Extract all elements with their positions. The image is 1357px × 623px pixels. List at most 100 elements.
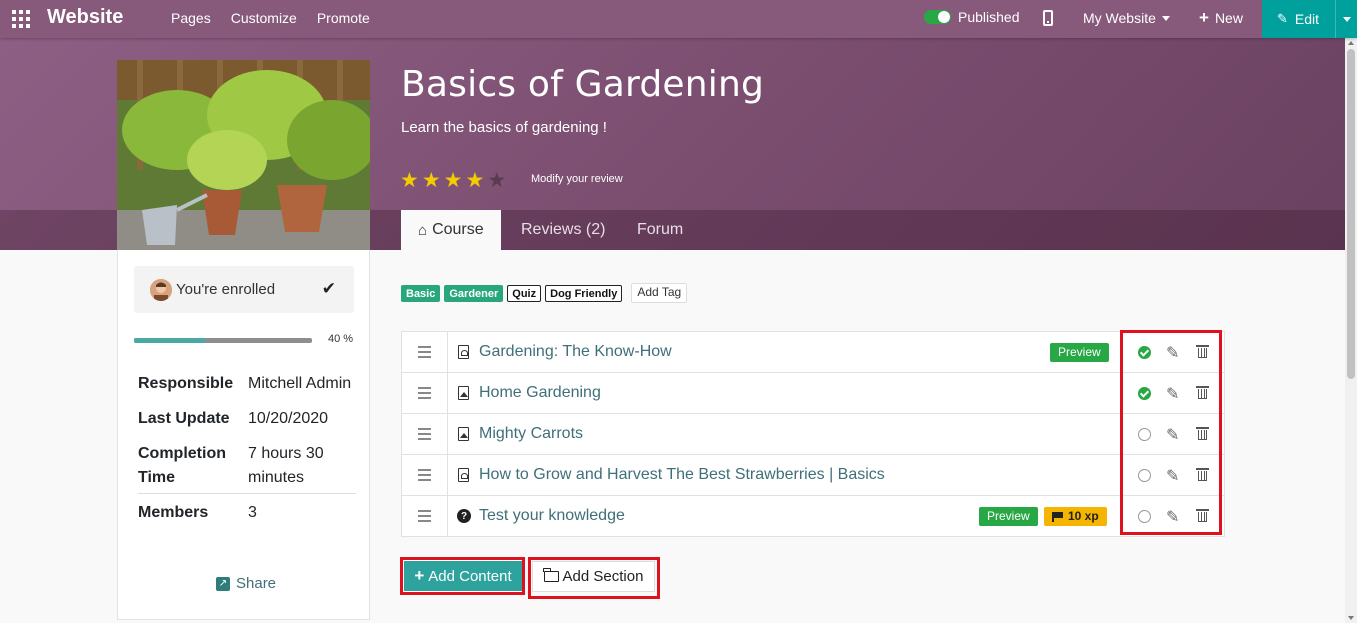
pencil-icon: ✎ bbox=[1277, 11, 1288, 26]
highlight-box-row-actions bbox=[1120, 330, 1222, 535]
published-label: Published bbox=[958, 9, 1020, 25]
top-navbar: Website Pages Customize Promote Publishe… bbox=[0, 0, 1357, 38]
content-row: ? Test your knowledge Preview 10 xp ✎ bbox=[402, 496, 1224, 537]
course-tags: Basic Gardener Quiz Dog Friendly Add Tag bbox=[401, 283, 688, 303]
course-cover-image bbox=[117, 60, 370, 250]
image-file-icon bbox=[458, 386, 469, 400]
publish-toggle[interactable]: Published bbox=[924, 9, 1020, 25]
info-row-responsible: Responsible Mitchell Admin bbox=[138, 372, 356, 396]
nav-promote[interactable]: Promote bbox=[317, 10, 370, 26]
add-content-label: Add Content bbox=[428, 567, 512, 585]
modify-review-link[interactable]: Modify your review bbox=[531, 173, 623, 185]
content-title-link[interactable]: How to Grow and Harvest The Best Strawbe… bbox=[479, 466, 885, 484]
mobile-preview-icon[interactable] bbox=[1043, 10, 1053, 26]
add-section-label: Add Section bbox=[562, 568, 644, 585]
progress-bar bbox=[134, 338, 312, 343]
star-filled-icon[interactable]: ★ bbox=[444, 168, 463, 193]
info-value: 3 bbox=[248, 504, 257, 521]
info-key: Members bbox=[138, 504, 209, 521]
course-info-table: Responsible Mitchell Admin Last Update 1… bbox=[138, 372, 356, 525]
scroll-down-arrow-icon[interactable] bbox=[1348, 616, 1354, 620]
folder-icon bbox=[543, 568, 559, 582]
app-brand[interactable]: Website bbox=[47, 6, 123, 29]
new-label: New bbox=[1214, 10, 1243, 26]
info-value: Mitchell Admin bbox=[248, 375, 352, 392]
tab-course[interactable]: ⌂ Course bbox=[401, 210, 501, 250]
tab-reviews[interactable]: Reviews (2) bbox=[504, 210, 622, 250]
star-empty-icon[interactable]: ★ bbox=[487, 168, 506, 193]
star-filled-icon[interactable]: ★ bbox=[465, 168, 484, 193]
edit-button[interactable]: ✎ Edit bbox=[1262, 0, 1357, 38]
tag-badge[interactable]: Basic bbox=[401, 284, 441, 302]
pdf-file-icon bbox=[458, 468, 469, 482]
plus-icon: + bbox=[414, 566, 425, 585]
drag-handle-icon[interactable] bbox=[402, 332, 448, 372]
tab-forum[interactable]: Forum bbox=[620, 210, 700, 250]
enrolled-box: You're enrolled ✔ bbox=[134, 266, 354, 313]
add-tag-button[interactable]: Add Tag bbox=[631, 283, 688, 303]
check-icon: ✔ bbox=[321, 279, 336, 298]
info-divider bbox=[138, 493, 356, 494]
share-link[interactable]: ↗ Share bbox=[216, 575, 276, 592]
info-value: 10/20/2020 bbox=[248, 410, 329, 427]
nav-menu: Pages Customize Promote bbox=[171, 10, 370, 26]
content-title-link[interactable]: Home Gardening bbox=[479, 384, 601, 402]
course-sidebar: You're enrolled ✔ 40 % Responsible Mitch… bbox=[117, 250, 370, 620]
new-button[interactable]: + New bbox=[1199, 8, 1243, 27]
tab-reviews-label: Reviews (2) bbox=[521, 221, 606, 238]
content-title-link[interactable]: Gardening: The Know-How bbox=[479, 343, 672, 361]
flag-icon bbox=[1052, 511, 1063, 522]
content-row: Gardening: The Know-How Preview ✎ bbox=[402, 332, 1224, 373]
tag-badge[interactable]: Quiz bbox=[507, 284, 542, 302]
preview-badge: Preview bbox=[979, 507, 1038, 526]
nav-customize[interactable]: Customize bbox=[231, 10, 297, 26]
info-row-members: Members 3 bbox=[138, 501, 356, 525]
drag-handle-icon[interactable] bbox=[402, 496, 448, 536]
info-value: 7 hours 30 minutes bbox=[248, 445, 324, 486]
edit-dropdown-toggle[interactable] bbox=[1335, 0, 1357, 38]
course-title: Basics of Gardening bbox=[401, 64, 765, 105]
tag-badge[interactable]: Gardener bbox=[444, 284, 504, 302]
info-key: Last Update bbox=[138, 410, 230, 427]
edit-label: Edit bbox=[1294, 11, 1320, 27]
star-filled-icon[interactable]: ★ bbox=[400, 168, 419, 193]
content-title-link[interactable]: Mighty Carrots bbox=[479, 425, 583, 443]
info-row-last-update: Last Update 10/20/2020 bbox=[138, 407, 356, 431]
course-rating[interactable]: ★ ★ ★ ★ ★ bbox=[400, 168, 506, 193]
plants-illustration bbox=[117, 60, 370, 250]
progress-fill bbox=[134, 338, 206, 343]
add-content-button[interactable]: + Add Content bbox=[404, 561, 522, 591]
drag-handle-icon[interactable] bbox=[402, 414, 448, 454]
progress-percent: 40 % bbox=[328, 333, 354, 345]
drag-handle-icon[interactable] bbox=[402, 373, 448, 413]
page-scrollbar[interactable] bbox=[1345, 38, 1357, 623]
content-row: Mighty Carrots ✎ bbox=[402, 414, 1224, 455]
caret-down-icon bbox=[1161, 15, 1170, 21]
drag-handle-icon[interactable] bbox=[402, 455, 448, 495]
nav-pages[interactable]: Pages bbox=[171, 10, 211, 26]
content-row: How to Grow and Harvest The Best Strawbe… bbox=[402, 455, 1224, 496]
star-filled-icon[interactable]: ★ bbox=[422, 168, 441, 193]
content-title-link[interactable]: Test your knowledge bbox=[479, 507, 625, 525]
question-circle-icon: ? bbox=[457, 509, 471, 523]
my-website-dropdown[interactable]: My Website bbox=[1083, 10, 1170, 26]
scroll-up-arrow-icon[interactable] bbox=[1348, 41, 1354, 45]
enrolled-label: You're enrolled bbox=[176, 281, 276, 298]
tab-forum-label: Forum bbox=[637, 221, 684, 238]
scrollbar-thumb[interactable] bbox=[1347, 49, 1355, 379]
avatar-image bbox=[150, 278, 172, 301]
plus-icon: + bbox=[1199, 8, 1209, 27]
avatar bbox=[150, 278, 172, 301]
tag-badge[interactable]: Dog Friendly bbox=[545, 284, 623, 302]
share-icon: ↗ bbox=[216, 576, 230, 591]
my-website-label: My Website bbox=[1083, 10, 1156, 26]
info-key: Completion Time bbox=[138, 445, 226, 486]
toggle-switch-icon[interactable] bbox=[924, 10, 951, 24]
info-row-completion-time: Completion Time 7 hours 30 minutes bbox=[138, 442, 356, 490]
content-row: Home Gardening ✎ bbox=[402, 373, 1224, 414]
apps-grid-icon[interactable] bbox=[12, 10, 30, 28]
xp-badge: 10 xp bbox=[1044, 507, 1107, 526]
add-section-button[interactable]: Add Section bbox=[532, 561, 655, 592]
